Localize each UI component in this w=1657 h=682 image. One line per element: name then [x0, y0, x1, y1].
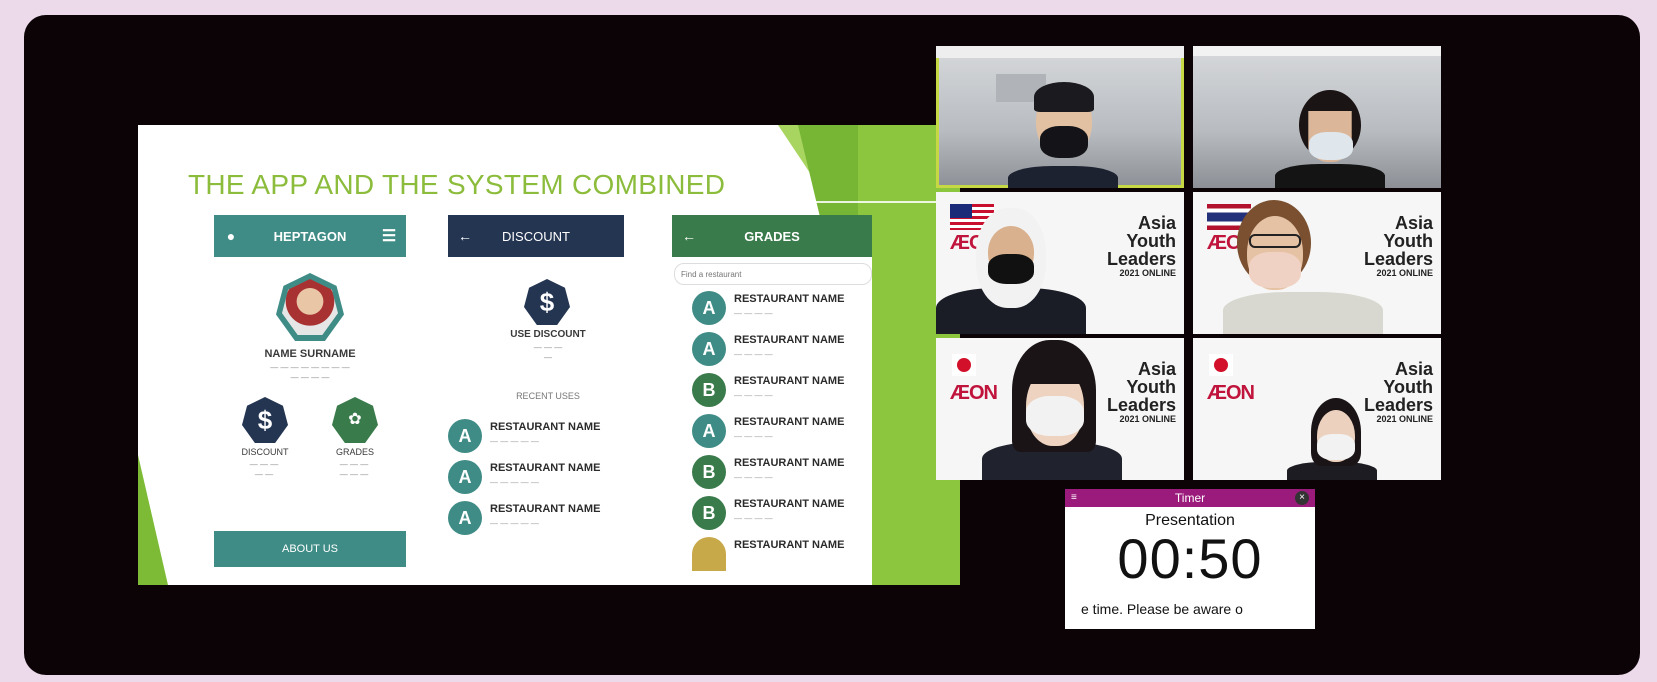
avatar — [276, 273, 344, 341]
participant-video-6[interactable]: ÆON Asia Youth Leaders 2021 ONLINE — [1193, 338, 1441, 480]
timer-widget: ≡ Timer × Presentation 00:50 e time. Ple… — [1065, 489, 1315, 629]
list-item[interactable]: A RESTAURANT NAME — — — — — [692, 287, 892, 327]
list-item[interactable]: A RESTAURANT NAME — — — — — — [448, 456, 648, 496]
profile-name: NAME SURNAME — [264, 348, 356, 360]
participant-video-1[interactable] — [936, 46, 1184, 188]
back-arrow-icon[interactable]: ← — [448, 228, 482, 244]
restaurant-search-input[interactable] — [674, 263, 872, 285]
meeting-window: THE APP AND THE SYSTEM COMBINED ● HEPTAG… — [24, 15, 1640, 675]
list-item[interactable]: B RESTAURANT NAME — — — — — [692, 492, 892, 532]
dollar-icon: $ — [257, 405, 273, 435]
list-item[interactable]: A RESTAURANT NAME — — — — — [692, 410, 892, 450]
event-logo: Asia Youth Leaders 2021 ONLINE — [1363, 359, 1433, 424]
timer-countdown: 00:50 — [1117, 527, 1263, 590]
event-logo: Asia Youth Leaders 2021 ONLINE — [1363, 213, 1433, 278]
menu-icon[interactable]: ☰ — [372, 226, 406, 246]
event-logo: Asia Youth Leaders 2021 ONLINE — [1106, 359, 1176, 424]
dollar-icon: $ — [539, 287, 555, 317]
list-item[interactable]: B RESTAURANT NAME — — — — — [692, 451, 892, 491]
discount-header: ← DISCOUNT — [448, 215, 624, 257]
list-item[interactable]: B RESTAURANT NAME — — — — — [692, 369, 892, 409]
back-arrow-icon[interactable]: ← — [672, 228, 706, 244]
list-item[interactable]: A RESTAURANT NAME — — — — — [692, 328, 892, 368]
dot-icon: ● — [226, 228, 236, 244]
grades-header: ← GRADES — [672, 215, 872, 257]
app-screen-grades: ← GRADES A RESTAURANT NAME— — — — A REST… — [672, 215, 872, 585]
slide-title: THE APP AND THE SYSTEM COMBINED — [188, 169, 726, 200]
app-screen-profile: ● HEPTAGON ☰ NAME SURNAME — — — — — — — … — [214, 215, 406, 585]
use-discount-button[interactable]: $ — [524, 279, 570, 325]
participant-video-3[interactable]: ÆON Asia Youth Leaders 2021 ONLINE — [936, 192, 1184, 334]
close-icon[interactable]: × — [1295, 491, 1309, 505]
participant-video-2[interactable] — [1193, 46, 1441, 188]
shared-slide: THE APP AND THE SYSTEM COMBINED ● HEPTAG… — [138, 125, 960, 585]
participant-video-5[interactable]: ÆON Asia Youth Leaders 2021 ONLINE — [936, 338, 1184, 480]
list-item[interactable]: RESTAURANT NAME — [692, 533, 892, 573]
profile-header: ● HEPTAGON ☰ — [214, 215, 406, 257]
event-logo: Asia Youth Leaders 2021 ONLINE — [1106, 213, 1176, 278]
timer-message: e time. Please be aware o — [1081, 601, 1243, 617]
discount-tile[interactable]: $ — [242, 397, 288, 443]
timer-titlebar: ≡ Timer × — [1065, 489, 1315, 507]
menu-icon[interactable]: ≡ — [1071, 489, 1077, 507]
grades-icon: ✿ — [348, 411, 362, 428]
about-us-button[interactable]: ABOUT US — [214, 531, 406, 567]
list-item[interactable]: A RESTAURANT NAME — — — — — — [448, 497, 648, 537]
grades-tile[interactable]: ✿ — [332, 397, 378, 443]
app-screen-discount: ← DISCOUNT $ USE DISCOUNT — — — — RECENT … — [448, 215, 624, 585]
participant-video-4[interactable]: ÆON Asia Youth Leaders 2021 ONLINE — [1193, 192, 1441, 334]
list-item[interactable]: A RESTAURANT NAME — — — — — — [448, 415, 648, 455]
